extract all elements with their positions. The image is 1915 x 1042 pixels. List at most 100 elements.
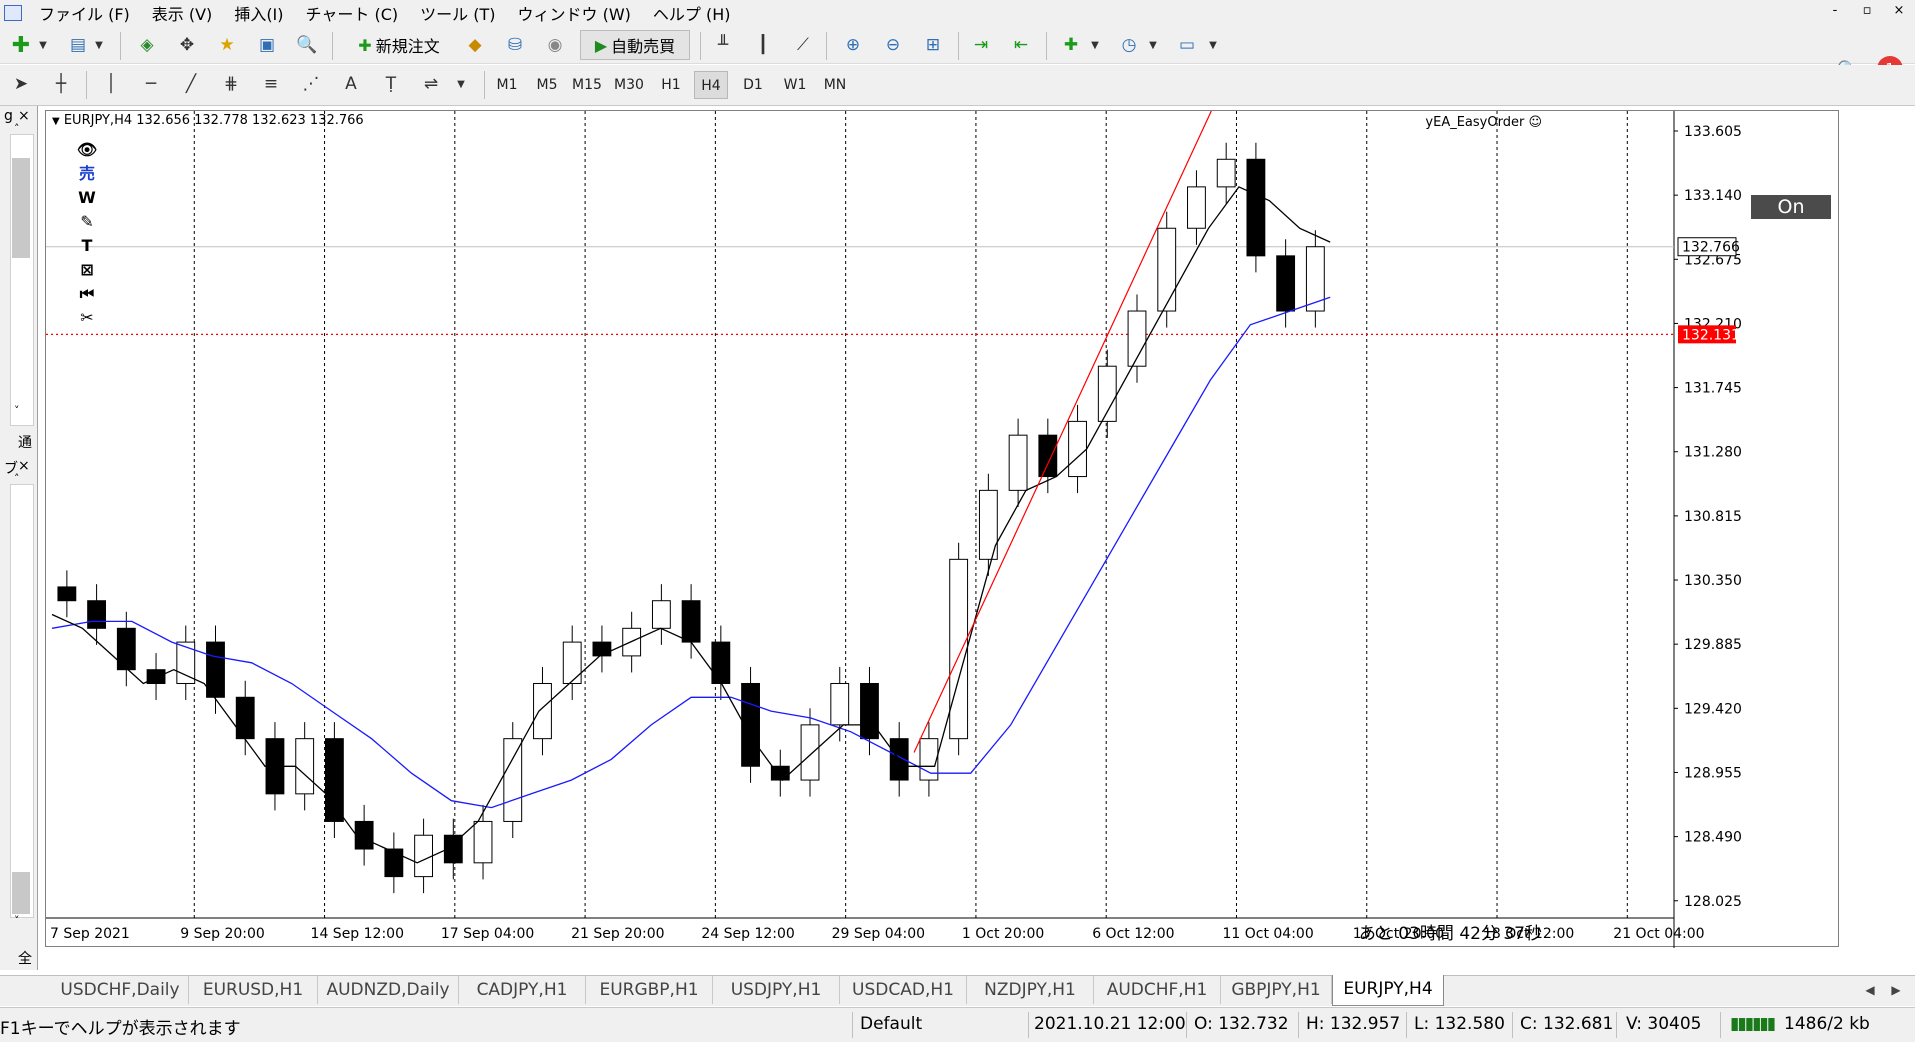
tab-usdcad-h1[interactable]: USDCAD,H1 xyxy=(840,976,967,1004)
fibonacci-icon[interactable]: ≡ xyxy=(256,69,286,99)
mql-community-icon[interactable]: ⛁ xyxy=(500,30,530,60)
eye-icon[interactable]: 👁 xyxy=(76,139,98,161)
tab-eurjpy-h4[interactable]: EURJPY,H4 xyxy=(1332,975,1444,1006)
menu-view[interactable]: 表示 (V) xyxy=(141,1,224,25)
timeframe-mn[interactable]: MN xyxy=(818,71,852,99)
bar-chart-icon[interactable]: ╨ xyxy=(708,30,738,60)
candle-body xyxy=(533,682,552,740)
timeframe-h1[interactable]: H1 xyxy=(654,71,688,99)
periods-icon[interactable]: ◷ xyxy=(1114,30,1144,60)
new-order-button[interactable]: ✚ 新規注文 xyxy=(344,30,454,60)
profiles-icon[interactable]: ▤ xyxy=(64,30,92,60)
horizontal-line-icon[interactable]: ─ xyxy=(136,69,166,99)
menu-window[interactable]: ウィンドウ (W) xyxy=(506,1,641,25)
zoom-in-icon[interactable]: ⊕ xyxy=(838,30,868,60)
drawing-toolbar: ➤ ┼ │ ─ ╱ ⋕ ≡ ⋰ A Ṭ ⇌ ▼ M1 M5 M15 M30 H1… xyxy=(0,65,1915,106)
market-watch-icon[interactable]: ◈ xyxy=(132,30,162,60)
line-chart-icon[interactable]: ⟋ xyxy=(788,30,818,60)
candle-body xyxy=(860,682,879,740)
vertical-line-icon[interactable]: │ xyxy=(96,69,126,99)
w-icon[interactable]: W xyxy=(76,187,98,209)
zoom-out-icon[interactable]: ⊖ xyxy=(878,30,908,60)
tab-eurusd-h1[interactable]: EURUSD,H1 xyxy=(189,976,318,1004)
price-chart[interactable]: 133.605133.140132.675132.210131.745131.2… xyxy=(46,111,1840,948)
menu-file[interactable]: ファイル (F) xyxy=(28,1,141,25)
panel-scroll-thumb[interactable] xyxy=(12,158,30,258)
timeframe-m15[interactable]: M15 xyxy=(570,71,604,99)
crosshair-icon[interactable]: ┼ xyxy=(46,69,76,99)
delete-objects-icon[interactable]: ⊠ xyxy=(76,259,98,281)
chevron-down-icon[interactable]: ▼ xyxy=(92,30,106,60)
scroll-down-icon[interactable]: ˅ xyxy=(14,914,20,927)
chart-window[interactable]: 133.605 133.140 132.675 132.210 131.745 131.2… xyxy=(45,110,1840,948)
app-icon[interactable] xyxy=(4,5,22,21)
scroll-up-icon[interactable]: ˄ xyxy=(14,122,20,135)
panel-tab-bottom[interactable]: 全 xyxy=(18,948,32,968)
auto-scroll-icon[interactable]: ⇥ xyxy=(966,30,996,60)
tab-eurgbp-h1[interactable]: EURGBP,H1 xyxy=(586,976,713,1004)
tab-usdchf-daily[interactable]: USDCHF,Daily xyxy=(52,976,189,1004)
tab-nzdjpy-h1[interactable]: NZDJPY,H1 xyxy=(967,976,1094,1004)
close-button[interactable]: × xyxy=(1883,0,1915,24)
cursor-icon[interactable]: ➤ xyxy=(6,69,36,99)
text-tool-icon[interactable]: T xyxy=(76,235,98,257)
timeframe-m1[interactable]: M1 xyxy=(490,71,524,99)
auto-trading-button[interactable]: ▶ 自動売買 xyxy=(580,30,690,60)
timeframe-h4[interactable]: H4 xyxy=(694,71,728,99)
tab-usdjpy-h1[interactable]: USDJPY,H1 xyxy=(713,976,840,1004)
scissors-icon[interactable]: ✂ xyxy=(76,307,98,329)
restore-button[interactable]: ▫ xyxy=(1851,0,1883,24)
scroll-up-icon[interactable]: ˄ xyxy=(14,472,20,485)
timeframe-m5[interactable]: M5 xyxy=(530,71,564,99)
candle-body xyxy=(384,848,404,878)
trendline-icon[interactable]: ╱ xyxy=(176,69,206,99)
chevron-down-icon[interactable]: ▼ xyxy=(1206,30,1220,60)
tile-windows-icon[interactable]: ⊞ xyxy=(918,30,948,60)
chevron-down-icon[interactable]: ▼ xyxy=(36,30,50,60)
fibonacci-fan-icon[interactable]: ⋰ xyxy=(296,69,326,99)
pencil-icon[interactable]: ✎ xyxy=(76,211,98,233)
chevron-down-icon[interactable]: ▼ xyxy=(1146,30,1160,60)
timeframe-d1[interactable]: D1 xyxy=(736,71,770,99)
panel-tab-top[interactable]: 通 xyxy=(18,432,32,452)
text-icon[interactable]: A xyxy=(336,69,366,99)
scroll-down-icon[interactable]: ˅ xyxy=(14,404,20,417)
menu-tools[interactable]: ツール (T) xyxy=(409,1,506,25)
terminal-icon[interactable]: ▣ xyxy=(252,30,282,60)
templates-icon[interactable]: ▭ xyxy=(1172,30,1202,60)
panel-scroll-thumb[interactable] xyxy=(12,872,30,914)
menu-chart[interactable]: チャート (C) xyxy=(295,1,410,25)
signals-icon[interactable]: ◉ xyxy=(540,30,570,60)
menu-insert[interactable]: 挿入(I) xyxy=(223,1,294,25)
candlestick-icon[interactable]: ┃ xyxy=(748,30,778,60)
favorites-icon[interactable]: ★ xyxy=(212,30,242,60)
chart-menu-icon[interactable]: ▼ xyxy=(52,116,60,127)
text-label-icon[interactable]: Ṭ xyxy=(376,69,406,99)
chart-shift-icon[interactable]: ⇤ xyxy=(1006,30,1036,60)
minimize-button[interactable]: - xyxy=(1819,0,1851,24)
chevron-down-icon[interactable]: ▼ xyxy=(454,69,468,99)
chevron-down-icon[interactable]: ▼ xyxy=(1088,30,1102,60)
panel-scrollbar-bottom[interactable] xyxy=(10,484,34,918)
new-chart-icon[interactable]: ✚ xyxy=(6,30,36,60)
tab-gbpjpy-h1[interactable]: GBPJPY,H1 xyxy=(1221,976,1332,1004)
tab-scroll-left-icon[interactable]: ◀ xyxy=(1858,976,1882,1004)
metaeditor-icon[interactable]: ◆ xyxy=(460,30,490,60)
rewind-icon[interactable]: ⏮ xyxy=(76,283,98,305)
panel-close-icon[interactable]: × xyxy=(18,108,30,124)
indicators-icon[interactable]: ✚ xyxy=(1056,30,1086,60)
tab-audnzd-daily[interactable]: AUDNZD,Daily xyxy=(318,976,459,1004)
crosshair-nav-icon[interactable]: ✥ xyxy=(172,30,202,60)
arrows-icon[interactable]: ⇌ xyxy=(416,69,446,99)
timeframe-w1[interactable]: W1 xyxy=(778,71,812,99)
on-button[interactable]: On xyxy=(1751,195,1831,219)
tab-audchf-h1[interactable]: AUDCHF,H1 xyxy=(1094,976,1221,1004)
menu-help[interactable]: ヘルプ (H) xyxy=(642,1,742,25)
timeframe-m30[interactable]: M30 xyxy=(612,71,646,99)
panel-close-icon[interactable]: × xyxy=(18,458,30,474)
tab-cadjpy-h1[interactable]: CADJPY,H1 xyxy=(459,976,586,1004)
equidistant-channel-icon[interactable]: ⋕ xyxy=(216,69,246,99)
sell-icon[interactable]: 売 xyxy=(76,163,98,185)
strategy-tester-icon[interactable]: 🔍 xyxy=(292,30,322,60)
tab-scroll-right-icon[interactable]: ▶ xyxy=(1884,976,1908,1004)
